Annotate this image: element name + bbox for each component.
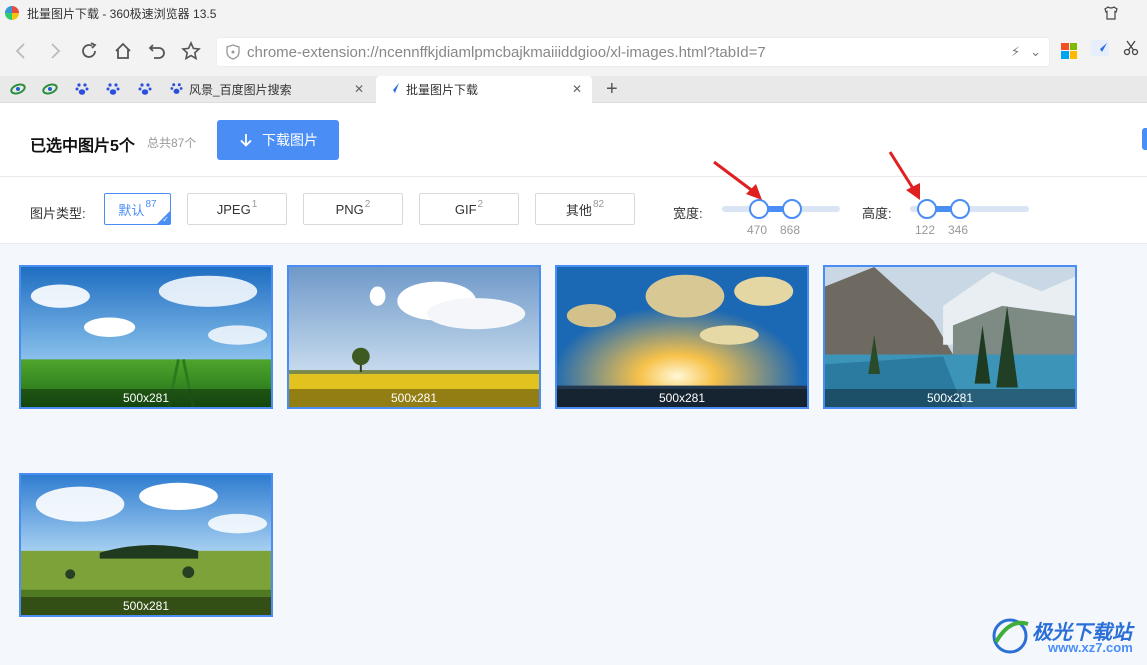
url-text[interactable]: chrome-extension://ncennffkjdiamlpmcbajk… (247, 44, 766, 61)
skin-icon[interactable] (1103, 5, 1119, 24)
download-images-button[interactable]: 下载图片 (217, 120, 339, 160)
type-count: 2 (364, 198, 371, 210)
image-card[interactable]: 500x281 (19, 473, 273, 617)
lightning-icon[interactable]: ⚡ (1011, 44, 1020, 60)
type-label: JPEG (216, 201, 251, 217)
filter-bar: 图片类型: 默认 87 ✓ JPEG 1 PNG 2 GIF 2 其他 82 宽度: 47… (0, 177, 1147, 244)
undo-close-tab-button[interactable] (140, 34, 174, 68)
mountain-lake-image (825, 267, 1075, 407)
width-max-value: 868 (780, 223, 801, 237)
annotation-arrow-icon (713, 160, 762, 200)
type-count: 1 (251, 198, 258, 210)
forward-button[interactable] (38, 34, 72, 68)
height-label: 高度: (862, 206, 892, 221)
download-arrow-icon (240, 134, 252, 147)
height-min-value: 122 (915, 223, 936, 237)
image-type-label: 图片类型: (30, 206, 86, 221)
close-tab-icon[interactable]: ✕ (572, 82, 582, 96)
width-min-value: 470 (747, 223, 768, 237)
tab-baidu-image-search[interactable]: 风景_百度图片搜索 ✕ (160, 76, 374, 103)
tab-label: 批量图片下载 (406, 83, 479, 97)
chevron-down-icon[interactable]: ⌄ (1030, 44, 1041, 60)
back-button[interactable] (4, 34, 38, 68)
site-watermark: 极光下载站 www.xz7.com (988, 612, 1143, 660)
reload-button[interactable] (72, 34, 106, 68)
tree-field-image (289, 267, 539, 407)
page-header: 已选中图片5个 总共87个 下载图片 (0, 103, 1147, 177)
new-tab-button[interactable]: + (606, 78, 618, 101)
title-bar: 批量图片下载 - 360极速浏览器 13.5 (0, 0, 1147, 26)
image-size-label: 500x281 (557, 389, 807, 407)
selected-count: 已选中图片5个 (30, 138, 135, 155)
baidu-paw-icon[interactable] (72, 80, 92, 98)
annotation-arrow-icon (888, 151, 920, 200)
meadow-trees-image (21, 475, 271, 615)
type-default-button[interactable]: 默认 87 ✓ (104, 193, 171, 225)
type-count: 82 (592, 198, 605, 210)
browser-logo-icon (5, 6, 19, 20)
type-count: 87 (145, 198, 157, 210)
image-size-label: 500x281 (21, 597, 271, 615)
check-icon: ✓ (162, 215, 169, 224)
watermark-url: www.xz7.com (1048, 640, 1133, 655)
home-button[interactable] (106, 34, 140, 68)
close-tab-icon[interactable]: ✕ (354, 82, 364, 96)
grassland-sky-image (21, 267, 271, 407)
pinned-tab-360-icon[interactable] (8, 80, 28, 98)
baidu-paw-icon[interactable] (135, 80, 155, 98)
image-card[interactable]: 500x281 (555, 265, 809, 409)
pinned-tab-360-icon[interactable] (40, 80, 60, 98)
image-card[interactable]: 500x281 (287, 265, 541, 409)
baidu-paw-icon[interactable] (103, 80, 123, 98)
tab-bar: 风景_百度图片搜索 ✕ 批量图片下载 ✕ + (0, 76, 1147, 103)
swallow-extension-icon[interactable] (1091, 40, 1109, 61)
swallow-icon (386, 82, 400, 98)
baidu-paw-icon (170, 82, 183, 98)
total-count: 总共87个 (147, 136, 197, 150)
watermark-logo-icon (992, 618, 1029, 654)
type-jpeg-button[interactable]: JPEG 1 (187, 193, 287, 225)
image-card[interactable]: 500x281 (19, 265, 273, 409)
image-size-label: 500x281 (289, 389, 539, 407)
type-count: 2 (477, 198, 484, 210)
type-gif-button[interactable]: GIF 2 (419, 193, 519, 225)
type-png-button[interactable]: PNG 2 (303, 193, 403, 225)
image-card[interactable]: 500x281 (823, 265, 1077, 409)
address-bar[interactable]: chrome-extension://ncennffkjdiamlpmcbajk… (216, 37, 1050, 67)
scissors-icon[interactable] (1123, 40, 1139, 61)
navigation-bar: chrome-extension://ncennffkjdiamlpmcbajk… (0, 26, 1147, 76)
type-label: PNG (335, 201, 364, 217)
tab-label: 风景_百度图片搜索 (189, 83, 292, 97)
width-max-handle[interactable] (782, 199, 802, 219)
image-size-label: 500x281 (825, 389, 1075, 407)
width-label: 宽度: (673, 206, 703, 221)
type-label: GIF (454, 201, 477, 217)
image-size-label: 500x281 (21, 389, 271, 407)
height-max-handle[interactable] (950, 199, 970, 219)
window-title: 批量图片下载 - 360极速浏览器 13.5 (27, 6, 217, 21)
height-max-value: 346 (948, 223, 969, 237)
apps-grid-icon[interactable] (1061, 42, 1077, 59)
download-label: 下载图片 (262, 132, 318, 148)
type-label: 其他 (565, 202, 592, 218)
sunset-clouds-image (557, 267, 807, 407)
type-label: 默认 (118, 202, 145, 218)
tab-batch-image-download[interactable]: 批量图片下载 ✕ (376, 76, 592, 103)
bookmark-star-button[interactable] (174, 34, 208, 68)
shield-icon[interactable] (225, 44, 241, 60)
side-panel-tab[interactable] (1142, 128, 1147, 150)
type-other-button[interactable]: 其他 82 (535, 193, 635, 225)
